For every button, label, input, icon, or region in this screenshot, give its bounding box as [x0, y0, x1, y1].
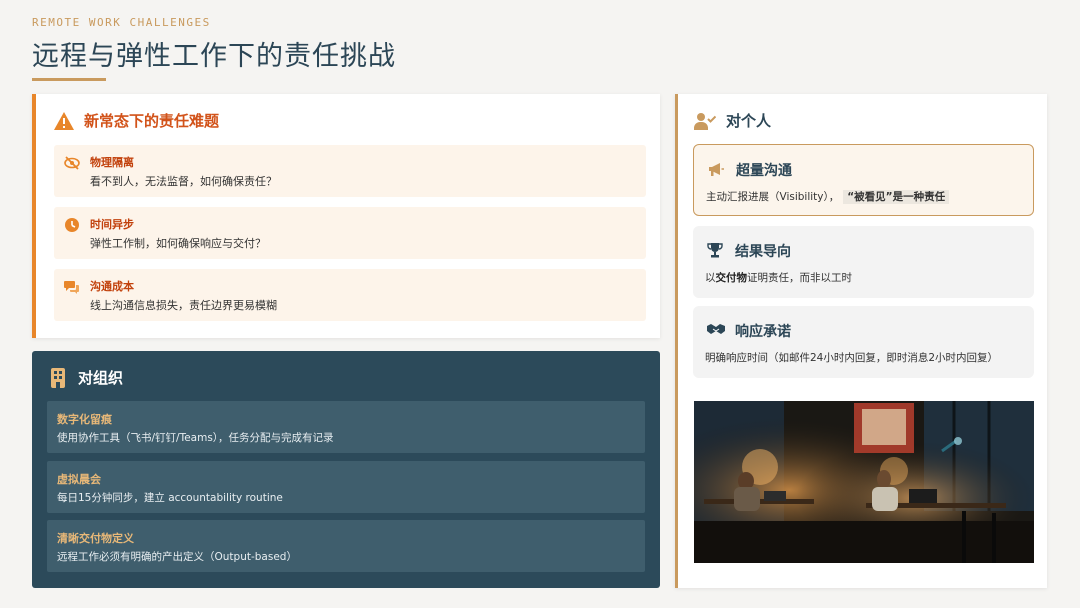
warning-icon [54, 111, 74, 130]
title-underline [32, 78, 106, 81]
personal-item-desc: 以交付物证明责任，而非以工时 [705, 270, 852, 285]
clock-icon [65, 218, 79, 232]
personal-item-title: 结果导向 [735, 244, 791, 260]
org-item: 清晰交付物定义 远程工作必须有明确的产出定义（Output-based） [47, 520, 645, 572]
personal-header: 对个人 [694, 110, 771, 131]
challenge-title: 沟通成本 [90, 280, 134, 293]
chat-bubbles-icon [64, 281, 79, 294]
organization-header: 对组织 [50, 367, 123, 388]
personal-item: 超量沟通 主动汇报进展（Visibility）， “被看见”是一种责任 [693, 144, 1034, 216]
challenge-title: 物理隔离 [90, 156, 134, 169]
desc-part: 证明责任，而非以工时 [747, 272, 852, 284]
personal-title: 对个人 [726, 112, 772, 130]
challenge-desc: 看不到人，无法监督，如何确保责任？ [90, 175, 277, 188]
org-item-desc: 远程工作必须有明确的产出定义（Output-based） [57, 551, 297, 563]
megaphone-icon [709, 163, 724, 176]
org-item-title: 数字化留痕 [57, 413, 112, 426]
challenge-desc: 弹性工作制，如何确保响应与交付？ [90, 237, 266, 250]
challenge-item: 沟通成本 线上沟通信息损失，责任边界更易模糊 [54, 269, 646, 321]
remote-work-photo [694, 401, 1034, 563]
night-office-illustration [694, 401, 1034, 563]
challenge-title: 时间异步 [90, 218, 134, 231]
org-item-desc: 每日15分钟同步，建立 accountability routine [57, 492, 283, 504]
page-title: 远程与弹性工作下的责任挑战 [32, 41, 396, 72]
user-check-icon [694, 112, 716, 130]
challenges-title: 新常态下的责任难题 [84, 112, 220, 130]
personal-item-desc: 主动汇报进展（Visibility）， “被看见”是一种责任 [706, 189, 950, 204]
desc-prefix: 主动汇报进展（Visibility）， [706, 191, 840, 203]
eyebrow-label: REMOTE WORK CHALLENGES [32, 16, 211, 29]
personal-item-desc: 明确响应时间（如邮件24小时内回复，即时消息2小时内回复） [705, 352, 999, 364]
org-item: 数字化留痕 使用协作工具（飞书/钉钉/Teams），任务分配与完成有记录 [47, 401, 645, 453]
org-item: 虚拟晨会 每日15分钟同步，建立 accountability routine [47, 461, 645, 513]
challenges-header: 新常态下的责任难题 [54, 110, 219, 131]
org-item-desc: 使用协作工具（飞书/钉钉/Teams），任务分配与完成有记录 [57, 432, 334, 444]
personal-item: 响应承诺 明确响应时间（如邮件24小时内回复，即时消息2小时内回复） [693, 306, 1034, 378]
handshake-icon [707, 324, 725, 334]
org-item-title: 虚拟晨会 [57, 473, 101, 486]
challenge-desc: 线上沟通信息损失，责任边界更易模糊 [90, 299, 277, 312]
org-item-title: 清晰交付物定义 [57, 532, 134, 545]
personal-card: 对个人 超量沟通 主动汇报进展（Visibility）， “被看见”是一种责任 结… [675, 94, 1047, 588]
trophy-icon [707, 243, 723, 258]
organization-card: 对组织 数字化留痕 使用协作工具（飞书/钉钉/Teams），任务分配与完成有记录… [32, 351, 660, 588]
building-icon [51, 367, 65, 388]
eye-slash-icon [64, 156, 80, 170]
challenge-item: 时间异步 弹性工作制，如何确保响应与交付？ [54, 207, 646, 259]
visibility-tag: “被看见”是一种责任 [843, 190, 950, 204]
desc-emphasis: 交付物 [715, 272, 748, 284]
challenges-card: 新常态下的责任难题 物理隔离 看不到人，无法监督，如何确保责任？ 时间异步 弹性… [32, 94, 660, 338]
organization-title: 对组织 [78, 369, 124, 387]
personal-item: 结果导向 以交付物证明责任，而非以工时 [693, 226, 1034, 298]
personal-item-title: 超量沟通 [736, 163, 792, 179]
personal-item-title: 响应承诺 [735, 324, 791, 340]
challenge-item: 物理隔离 看不到人，无法监督，如何确保责任？ [54, 145, 646, 197]
desc-part: 以 [705, 272, 716, 284]
